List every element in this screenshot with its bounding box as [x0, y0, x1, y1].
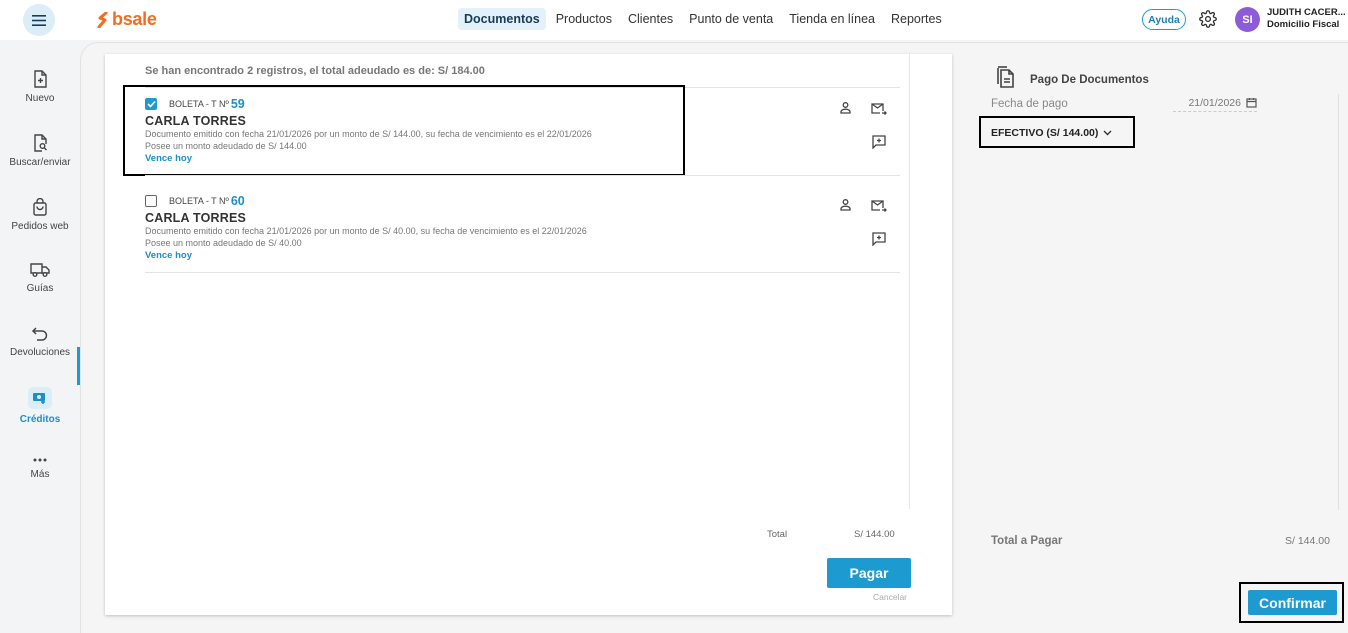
bsale-logo-icon	[97, 11, 108, 28]
total-label: Total	[767, 529, 788, 540]
sidebar-item-nuevo[interactable]: Nuevo	[0, 70, 80, 104]
sidebar-label-buscar: Buscar/enviar	[9, 157, 71, 168]
sidebar-item-creditos[interactable]: Créditos	[0, 387, 80, 425]
nav-productos[interactable]: Productos	[550, 8, 618, 30]
document-1-client-button[interactable]	[839, 101, 852, 119]
search-document-icon	[34, 134, 47, 152]
document-item-2[interactable]: BOLETA - T Nº 60 CARLA TORRES Documento …	[145, 194, 895, 261]
hamburger-icon	[32, 14, 46, 26]
sidebar-label-devoluciones: Devoluciones	[9, 347, 71, 358]
sidebar-item-buscar-enviar[interactable]: Buscar/enviar	[0, 134, 80, 168]
payment-panel-title: Pago De Documentos	[1030, 74, 1149, 86]
person-icon	[840, 102, 851, 114]
pay-button[interactable]: Pagar	[827, 558, 911, 588]
sidebar-label-pedidos: Pedidos web	[11, 221, 69, 232]
hamburger-menu-button[interactable]	[23, 4, 55, 36]
document-2-client-button[interactable]	[839, 198, 852, 216]
nav-clientes[interactable]: Clientes	[622, 8, 679, 30]
user-branch: Domicilio Fiscal	[1267, 19, 1340, 30]
sidebar-label-mas: Más	[30, 469, 50, 480]
document-2-due-link[interactable]: Vence hoy	[145, 250, 895, 261]
total-value: S/ 144.00	[854, 529, 895, 540]
document-2-client: CARLA TORRES	[145, 211, 247, 225]
main-nav: Documentos Productos Clientes Punto de v…	[458, 8, 952, 30]
bsale-logo[interactable]: bsale	[97, 9, 157, 30]
calendar-icon	[1246, 98, 1257, 108]
gear-icon	[1199, 10, 1217, 28]
sidebar-label-nuevo: Nuevo	[25, 93, 55, 104]
payment-date-value: 21/01/2026	[1188, 96, 1241, 109]
user-avatar[interactable]: SI	[1235, 7, 1260, 32]
user-name: JUDITH CACER...	[1267, 7, 1346, 18]
nav-punto-de-venta[interactable]: Punto de venta	[683, 8, 779, 30]
total-to-pay-value: S/ 144.00	[1285, 535, 1330, 547]
document-2-checkbox[interactable]	[145, 195, 157, 207]
document-2-number: 60	[230, 194, 245, 208]
truck-icon	[30, 263, 50, 277]
total-to-pay-label: Total a Pagar	[991, 535, 1063, 547]
payment-panel-scroll-track[interactable]	[1338, 94, 1339, 510]
highlight-payment-method	[979, 116, 1135, 148]
divider	[145, 175, 900, 176]
sidebar-label-creditos: Créditos	[19, 414, 61, 425]
document-2-comment-button[interactable]	[872, 232, 886, 251]
sidebar-item-mas[interactable]: Más	[0, 456, 80, 480]
sidebar: Nuevo Buscar/enviar Pedidos web Guías De…	[0, 40, 80, 633]
logo-text: bsale	[112, 9, 157, 29]
sidebar-item-pedidos-web[interactable]: Pedidos web	[0, 198, 80, 232]
nav-tienda-en-linea[interactable]: Tienda en línea	[783, 8, 881, 30]
payment-date-field[interactable]: 21/01/2026	[1173, 94, 1257, 112]
shopping-bag-icon	[33, 198, 47, 216]
document-2-type: BOLETA - T Nº	[169, 196, 229, 206]
nav-documentos[interactable]: Documentos	[458, 8, 546, 30]
highlight-selected-document	[123, 85, 685, 176]
help-button[interactable]: Ayuda	[1142, 9, 1186, 30]
sidebar-item-devoluciones[interactable]: Devoluciones	[0, 326, 80, 358]
documents-icon	[995, 66, 1015, 93]
more-dots-icon	[33, 458, 47, 462]
nav-reportes[interactable]: Reportes	[885, 8, 948, 30]
settings-button[interactable]	[1199, 10, 1217, 33]
payment-date-label: Fecha de pago	[991, 98, 1068, 110]
document-2-email-button[interactable]	[871, 199, 887, 218]
add-comment-icon	[872, 135, 886, 150]
return-arrow-icon	[31, 327, 48, 341]
sidebar-label-guias: Guías	[26, 283, 54, 294]
document-2-owed: Posee un monto adeudado de S/ 40.00	[145, 238, 302, 248]
credit-icon	[28, 387, 52, 409]
top-bar: bsale Documentos Productos Clientes Punt…	[0, 0, 1348, 40]
documents-summary: Se han encontrado 2 registros, el total …	[145, 65, 485, 77]
highlight-confirm-button	[1239, 582, 1344, 623]
documents-scroll-track[interactable]	[909, 54, 910, 509]
send-mail-icon	[871, 200, 887, 212]
cancel-link[interactable]: Cancelar	[873, 592, 907, 602]
send-mail-icon	[871, 103, 887, 115]
user-info[interactable]: JUDITH CACER... Domicilio Fiscal	[1267, 7, 1347, 31]
document-1-email-button[interactable]	[871, 102, 887, 121]
add-comment-icon	[872, 232, 886, 247]
document-1-comment-button[interactable]	[872, 135, 886, 154]
divider	[145, 272, 900, 273]
sidebar-item-guias[interactable]: Guías	[0, 262, 80, 294]
new-document-icon	[34, 70, 47, 88]
document-2-description: Documento emitido con fecha 21/01/2026 p…	[145, 226, 587, 236]
person-icon	[840, 199, 851, 211]
